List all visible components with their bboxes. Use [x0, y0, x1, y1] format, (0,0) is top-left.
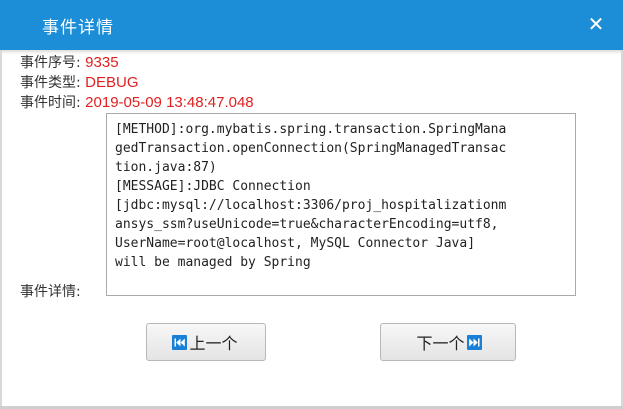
event-time-row: 事件时间: 2019-05-09 13:48:47.048: [20, 94, 254, 112]
event-seq-row: 事件序号: 9335: [20, 54, 119, 72]
next-button[interactable]: 下一个: [380, 323, 516, 361]
event-seq-value: 9335: [85, 54, 119, 71]
close-icon[interactable]: ✕: [585, 13, 607, 35]
event-detail-row: 事件详情:: [20, 284, 81, 300]
event-detail-label: 事件详情:: [20, 284, 81, 300]
event-type-label: 事件类型:: [20, 75, 81, 91]
event-detail-text: [METHOD]:org.mybatis.spring.transaction.…: [115, 122, 507, 270]
dialog-border-left: [0, 50, 2, 409]
skip-next-icon: [466, 334, 482, 350]
next-button-label: 下一个: [416, 334, 465, 353]
event-type-value: DEBUG: [85, 74, 139, 91]
prev-button-label: 上一个: [189, 334, 238, 353]
event-type-row: 事件类型: DEBUG: [20, 74, 139, 92]
event-detail-textarea[interactable]: [METHOD]:org.mybatis.spring.transaction.…: [106, 113, 576, 296]
prev-button[interactable]: 上一个: [146, 323, 266, 361]
dialog-title: 事件详情: [42, 18, 114, 38]
event-detail-dialog: 事件详情 ✕ 事件序号: 9335 事件类型: DEBUG 事件时间: 2019…: [0, 0, 623, 409]
dialog-titlebar: 事件详情 ✕: [0, 0, 623, 50]
event-time-value: 2019-05-09 13:48:47.048: [85, 94, 254, 111]
skip-previous-icon: [172, 334, 188, 350]
event-time-label: 事件时间:: [20, 95, 81, 111]
event-seq-label: 事件序号:: [20, 55, 81, 71]
